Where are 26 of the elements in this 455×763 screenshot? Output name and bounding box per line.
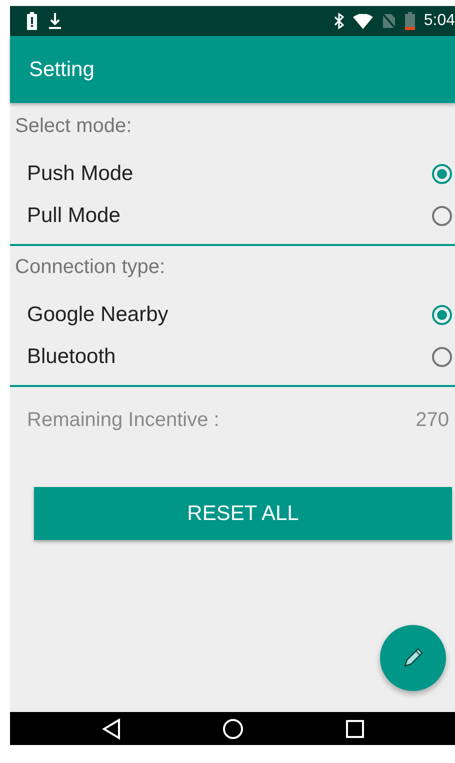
recents-icon[interactable] xyxy=(344,718,364,738)
bluetooth-icon xyxy=(334,13,344,29)
incentive-label: Remaining Incentive : xyxy=(27,409,220,432)
radio-option[interactable]: Bluetooth xyxy=(10,337,455,377)
radio-button[interactable] xyxy=(432,164,452,184)
battery-icon xyxy=(404,12,415,30)
radio-button[interactable] xyxy=(432,347,452,367)
reset-button[interactable]: RESET ALL xyxy=(34,487,452,540)
no-sim-icon xyxy=(382,13,396,29)
pencil-icon xyxy=(402,647,424,669)
wifi-icon xyxy=(352,14,373,28)
section-label: Select mode: xyxy=(14,115,133,138)
radio-option[interactable]: Google Nearby xyxy=(10,295,455,335)
battery-alert-icon xyxy=(26,12,38,30)
radio-button[interactable] xyxy=(432,305,452,325)
section-label: Connection type: xyxy=(14,256,166,279)
radio-button[interactable] xyxy=(432,206,452,226)
app-title: Setting xyxy=(29,58,94,82)
radio-option[interactable]: Push Mode xyxy=(10,154,455,194)
edit-button[interactable] xyxy=(380,625,446,691)
radio-option[interactable]: Pull Mode xyxy=(10,196,455,236)
download-icon xyxy=(48,12,62,30)
incentive-value: 270 xyxy=(416,409,449,432)
back-icon[interactable] xyxy=(100,718,120,740)
home-icon[interactable] xyxy=(222,718,244,740)
status-time: 5:04 xyxy=(424,12,455,30)
